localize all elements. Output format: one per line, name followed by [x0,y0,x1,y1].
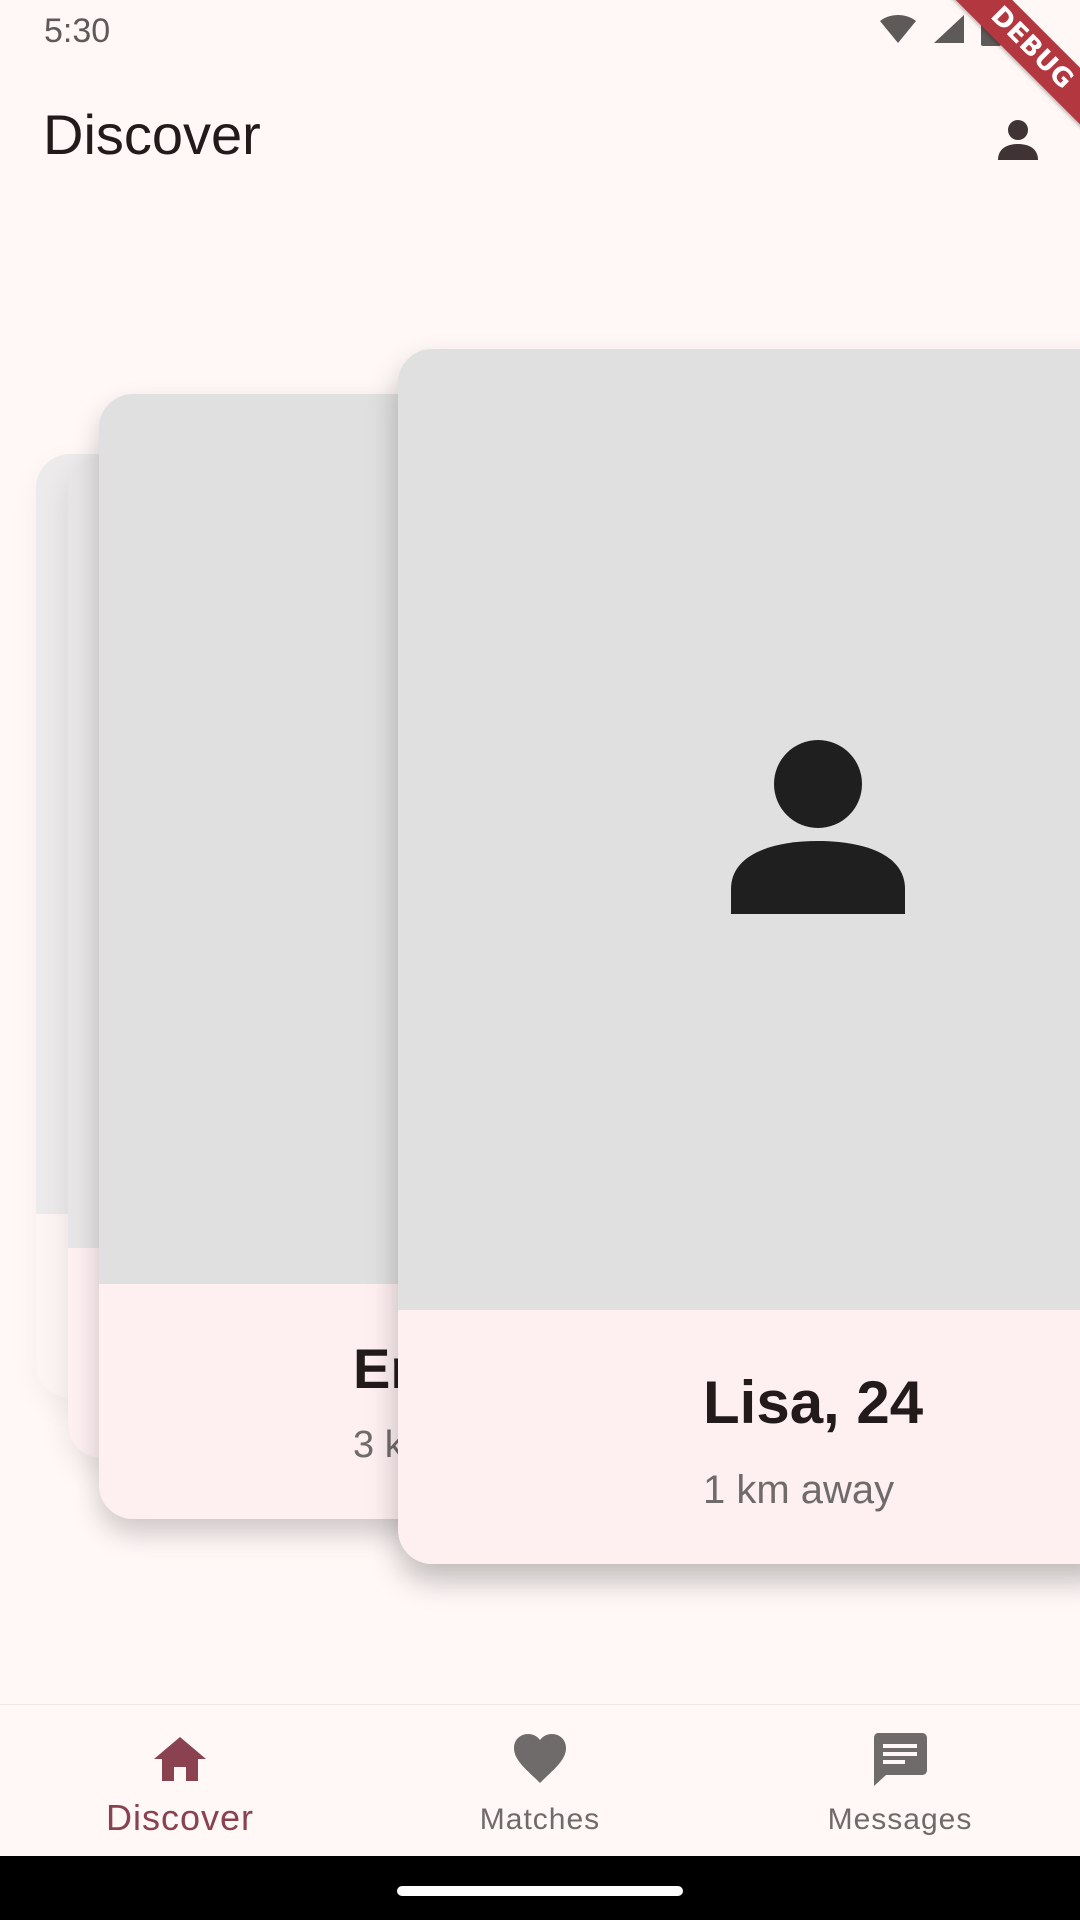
bottom-navigation: Discover Matches Messages [0,1704,1080,1857]
nav-item-messages[interactable]: Messages [720,1705,1080,1857]
home-icon [150,1729,210,1789]
system-navigation-bar [0,1856,1080,1920]
wifi-icon [878,13,918,50]
person-placeholder-icon [728,739,908,919]
nav-item-discover[interactable]: Discover [0,1705,360,1857]
heart-icon [510,1729,570,1789]
nav-label-messages: Messages [827,1803,973,1836]
status-bar: 5:30 [0,0,1080,62]
profile-info: Lisa, 24 1 km away [398,1310,1080,1564]
gesture-handle[interactable] [397,1886,683,1896]
profile-name: Lisa, 24 [703,1369,924,1436]
page-title: Discover [43,103,261,166]
profile-distance: 1 km away [703,1468,895,1512]
profile-button[interactable] [982,106,1054,178]
profile-card-front[interactable]: Lisa, 24 1 km away [398,349,1080,1564]
nav-item-matches[interactable]: Matches [360,1705,720,1857]
nav-label-discover: Discover [105,1797,255,1838]
status-time: 5:30 [44,12,111,50]
profile-photo-placeholder [398,349,1080,1310]
chat-icon [870,1729,930,1789]
signal-icon [932,13,966,50]
nav-label-matches: Matches [479,1803,601,1836]
person-icon [994,116,1042,169]
